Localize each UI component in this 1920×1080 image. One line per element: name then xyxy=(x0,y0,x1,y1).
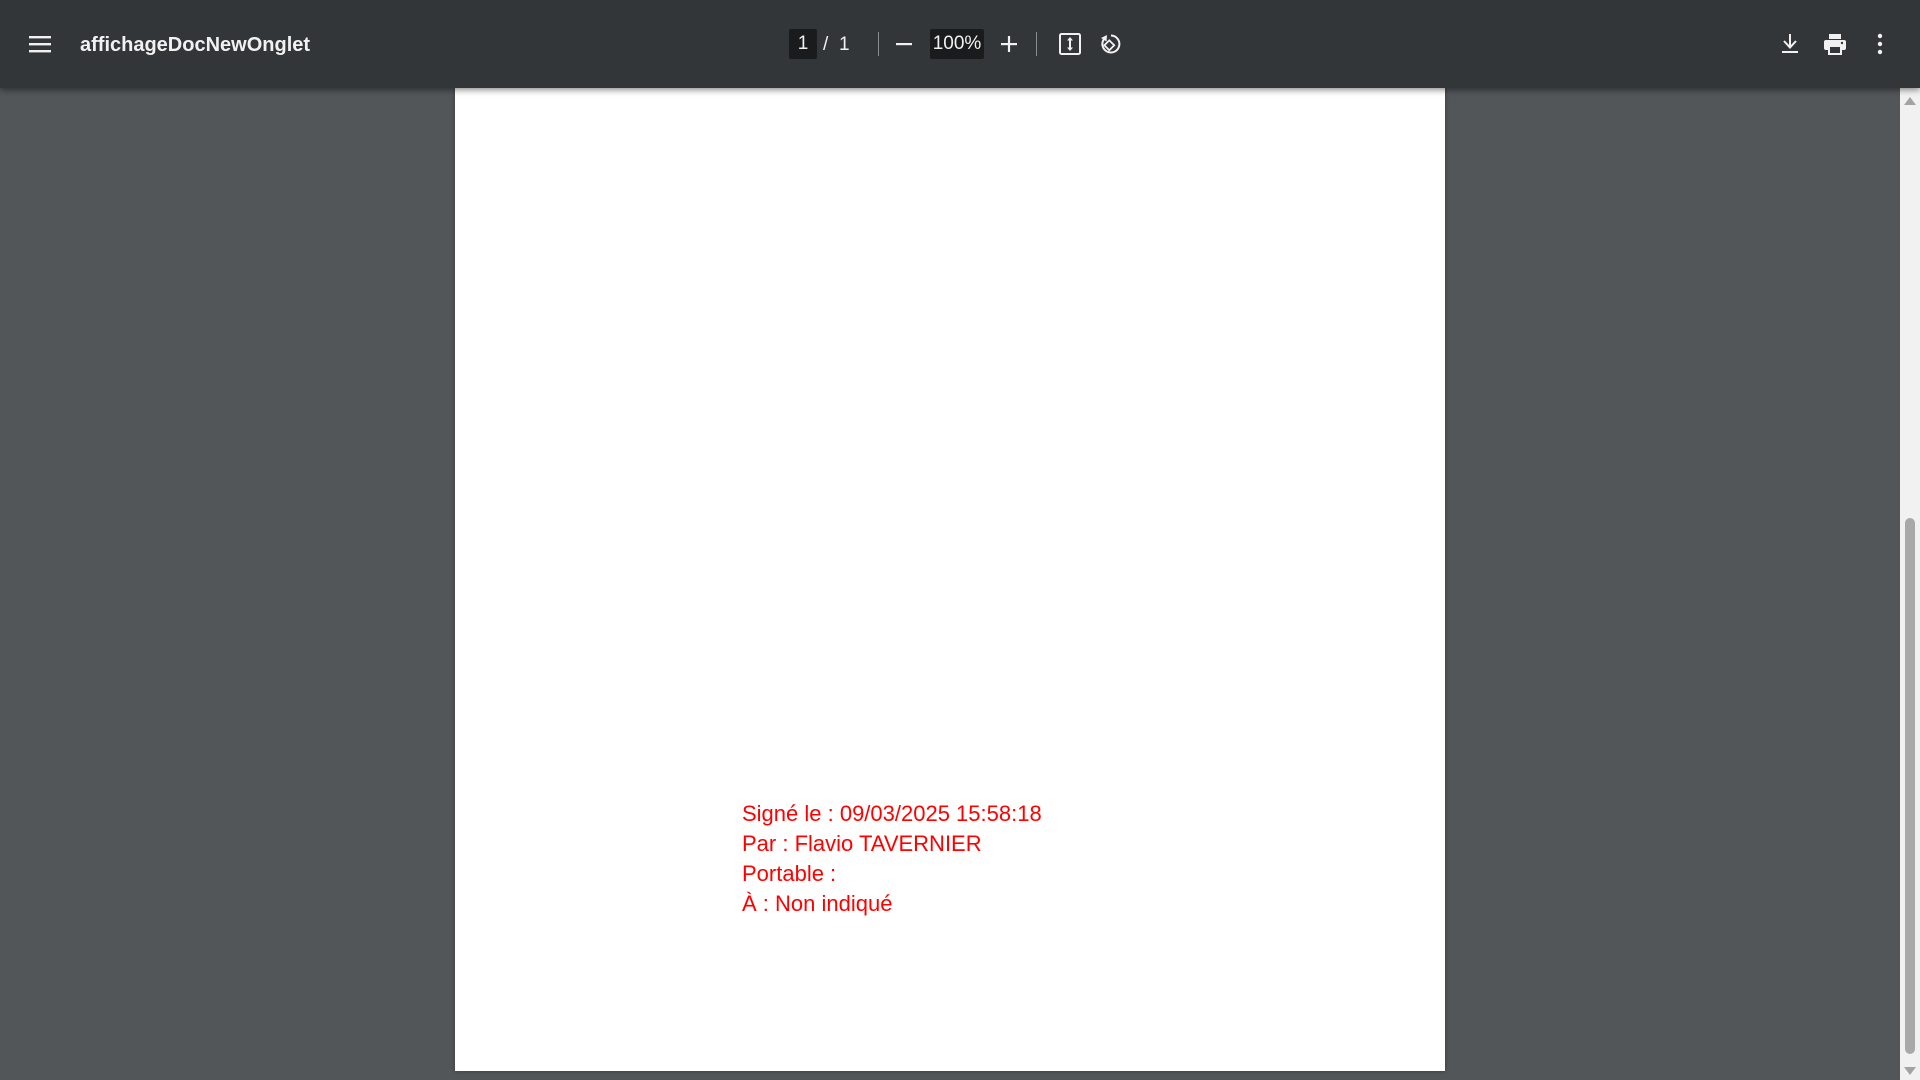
fit-to-page-button[interactable] xyxy=(1050,24,1090,64)
fit-to-page-icon xyxy=(1058,32,1082,56)
scrollbar-thumb[interactable] xyxy=(1905,518,1915,1054)
zoom-out-button[interactable] xyxy=(884,24,924,64)
signature-signer-line: Par : Flavio TAVERNIER xyxy=(742,831,982,856)
signature-mobile-line: Portable : xyxy=(742,861,837,886)
minus-icon xyxy=(895,35,913,53)
toolbar-divider xyxy=(878,32,879,56)
menu-icon xyxy=(29,35,51,53)
download-button[interactable] xyxy=(1770,24,1810,64)
zoom-in-button[interactable] xyxy=(989,24,1029,64)
pdf-toolbar: affichageDocNewOnglet 1 / 1 100% xyxy=(0,0,1920,88)
print-icon xyxy=(1823,33,1847,55)
triangle-up-icon xyxy=(1904,92,1916,110)
pdf-viewer-area[interactable]: Signé le : 09/03/2025 15:58:18 Par : Fla… xyxy=(0,88,1920,1080)
plus-icon xyxy=(1000,35,1018,53)
menu-button[interactable] xyxy=(20,24,60,64)
triangle-down-icon xyxy=(1904,1062,1916,1080)
rotate-button[interactable] xyxy=(1090,24,1130,64)
toolbar-divider xyxy=(1036,32,1037,56)
page-separator: / xyxy=(823,34,829,55)
scroll-up-arrow[interactable] xyxy=(1900,92,1920,110)
vertical-scrollbar[interactable] xyxy=(1900,88,1920,1080)
print-button[interactable] xyxy=(1815,24,1855,64)
signature-block: Signé le : 09/03/2025 15:58:18 Par : Fla… xyxy=(742,799,1042,919)
total-pages: 1 xyxy=(839,34,850,55)
pdf-page: Signé le : 09/03/2025 15:58:18 Par : Fla… xyxy=(455,88,1445,1071)
more-options-button[interactable] xyxy=(1860,24,1900,64)
page-number-input[interactable]: 1 xyxy=(789,29,817,59)
signature-date-line: Signé le : 09/03/2025 15:58:18 xyxy=(742,801,1042,826)
zoom-level-input[interactable]: 100% xyxy=(930,29,984,59)
more-vertical-icon xyxy=(1877,33,1883,55)
document-title: affichageDocNewOnglet xyxy=(80,34,311,56)
signature-location-line: À : Non indiqué xyxy=(742,891,893,916)
download-icon xyxy=(1780,33,1800,55)
scroll-down-arrow[interactable] xyxy=(1900,1062,1920,1080)
rotate-icon xyxy=(1098,32,1122,56)
